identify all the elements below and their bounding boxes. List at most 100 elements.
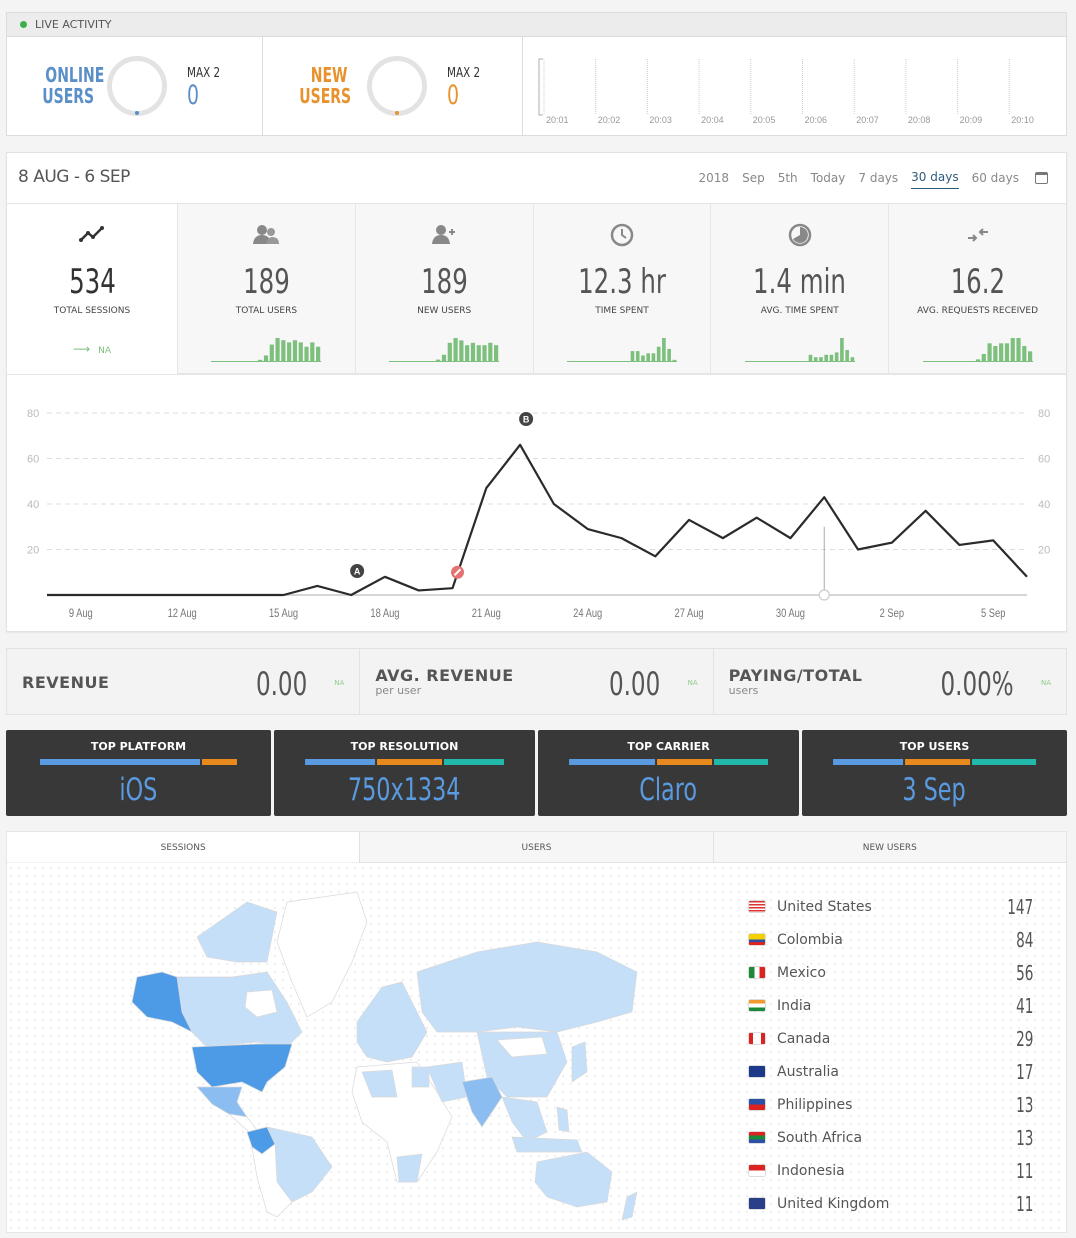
- data-point[interactable]: [888, 539, 896, 547]
- data-point[interactable]: [347, 591, 355, 599]
- map-australia[interactable]: [534, 1151, 613, 1208]
- map-philippines[interactable]: [556, 1106, 570, 1133]
- data-point[interactable]: [922, 507, 930, 515]
- calendar-icon[interactable]: [1035, 171, 1048, 184]
- tile-value: 750x1334: [348, 772, 461, 808]
- range-option-30-days[interactable]: 30 days: [911, 170, 959, 189]
- x-tick-label: 12 Aug: [168, 607, 197, 620]
- data-point[interactable]: [212, 591, 220, 599]
- data-point[interactable]: [449, 584, 457, 592]
- country-row[interactable]: United Kingdom 11: [749, 1187, 1039, 1220]
- metric-total-users[interactable]: 189 TOTAL USERS: [177, 204, 355, 374]
- tab-sessions[interactable]: SESSIONS: [7, 832, 360, 863]
- country-row[interactable]: Colombia 84: [749, 923, 1039, 956]
- tile-top-carrier[interactable]: TOP CARRIER Claro: [538, 730, 799, 816]
- metric-time-spent[interactable]: 12.3 hr TIME SPENT: [532, 204, 711, 374]
- map-canada[interactable]: [176, 971, 303, 1048]
- tile-value: Claro: [639, 772, 698, 808]
- tile-top-platform[interactable]: TOP PLATFORM iOS: [6, 730, 271, 816]
- metric-avg-time-spent[interactable]: 1.4 min AVG. TIME SPENT: [710, 204, 889, 374]
- data-point[interactable]: [77, 591, 85, 599]
- data-point[interactable]: [43, 591, 51, 599]
- data-point[interactable]: [482, 484, 490, 492]
- country-name: United Kingdom: [777, 1195, 890, 1212]
- country-row[interactable]: Indonesia 11: [749, 1154, 1039, 1187]
- map-greenland[interactable]: [276, 891, 368, 1018]
- map-southeast-asia[interactable]: [501, 1096, 548, 1143]
- revenue-trend: NA: [687, 679, 698, 687]
- data-point[interactable]: [786, 534, 794, 542]
- data-point[interactable]: [144, 591, 152, 599]
- sparkline-bar: [672, 359, 677, 362]
- country-row[interactable]: Mexico 56: [749, 956, 1039, 989]
- data-point[interactable]: [246, 591, 254, 599]
- range-option-5th[interactable]: 5th: [778, 171, 798, 189]
- data-point[interactable]: [584, 525, 592, 533]
- map-europe[interactable]: [356, 981, 428, 1063]
- map-canada-north[interactable]: [196, 901, 278, 963]
- data-point[interactable]: [550, 500, 558, 508]
- data-point[interactable]: [1023, 573, 1031, 581]
- data-point[interactable]: [753, 514, 761, 522]
- country-name: Mexico: [777, 964, 826, 981]
- annotation-marker-b[interactable]: B: [519, 412, 534, 426]
- y-tick-label-left: 40: [27, 499, 39, 511]
- range-option-60-days[interactable]: 60 days: [972, 171, 1019, 189]
- metric-avg-requests-received[interactable]: 16.2 AVG. REQUESTS RECEIVED: [888, 204, 1066, 374]
- country-row[interactable]: Canada 29: [749, 1022, 1039, 1055]
- revenue-cell-paying-total: PAYING/TOTAL users 0.00% NA: [712, 649, 1066, 714]
- data-point[interactable]: [280, 591, 288, 599]
- timeline-tick-label: 20:04: [701, 115, 724, 123]
- map-egypt[interactable]: [411, 1066, 430, 1088]
- data-point[interactable]: [989, 536, 997, 544]
- metric-total-sessions[interactable]: 534 TOTAL SESSIONS ⟶ NA: [7, 204, 177, 374]
- data-point[interactable]: [685, 516, 693, 524]
- share-segment: [971, 759, 1037, 765]
- online-users-value: 0: [187, 80, 200, 111]
- sparkline-bar: [662, 338, 666, 362]
- timeline-bracket: [538, 58, 543, 116]
- live-activity-title: LIVE ACTIVITY: [35, 18, 112, 31]
- map-indonesia[interactable]: [511, 1136, 583, 1153]
- map-united-states[interactable]: [191, 1043, 293, 1093]
- map-mexico[interactable]: [196, 1086, 248, 1118]
- hover-handle[interactable]: [818, 589, 830, 601]
- y-tick-label-left: 20: [27, 545, 39, 557]
- data-point[interactable]: [854, 546, 862, 554]
- map-new-zealand[interactable]: [621, 1191, 638, 1221]
- data-point[interactable]: [415, 586, 423, 594]
- country-row[interactable]: United States 147: [749, 890, 1039, 923]
- data-point[interactable]: [719, 534, 727, 542]
- metric-new-users[interactable]: 189 NEW USERS: [354, 204, 533, 374]
- data-point[interactable]: [381, 573, 389, 581]
- sparkline-bar: [818, 357, 823, 362]
- country-row[interactable]: Australia 17: [749, 1055, 1039, 1088]
- tile-top-users[interactable]: TOP USERS 3 Sep: [802, 730, 1067, 816]
- data-point[interactable]: [111, 591, 119, 599]
- range-option-7-days[interactable]: 7 days: [858, 171, 898, 189]
- range-option-sep[interactable]: Sep: [742, 171, 765, 189]
- data-point[interactable]: [820, 493, 828, 501]
- date-range-title: 8 AUG - 6 SEP: [18, 167, 130, 187]
- annotation-marker-a[interactable]: A: [350, 564, 365, 578]
- data-point[interactable]: [955, 541, 963, 549]
- map-russia[interactable]: [416, 941, 638, 1033]
- range-option-2018[interactable]: 2018: [699, 171, 730, 189]
- online-users-cell: ONLINE USERS MAX 2 0: [7, 37, 263, 136]
- country-row[interactable]: India 41: [749, 989, 1039, 1022]
- tab-users[interactable]: USERS: [359, 832, 713, 863]
- data-point[interactable]: [651, 552, 659, 560]
- map-japan[interactable]: [571, 1041, 588, 1083]
- map-india[interactable]: [461, 1076, 503, 1128]
- range-option-today[interactable]: Today: [811, 171, 846, 189]
- data-point[interactable]: [516, 441, 524, 449]
- tile-top-resolution[interactable]: TOP RESOLUTION 750x1334: [274, 730, 535, 816]
- data-point[interactable]: [617, 534, 625, 542]
- country-name: Australia: [777, 1063, 839, 1080]
- tab-new-users[interactable]: NEW USERS: [712, 832, 1066, 863]
- country-row[interactable]: Philippines 13: [749, 1088, 1039, 1121]
- country-row[interactable]: South Africa 13: [749, 1121, 1039, 1154]
- data-point[interactable]: [313, 582, 321, 590]
- sessions-line-chart: 20 20 40 40 60 60 80 80 9 Aug 12 Aug 15 Aug 18 Aug 2…: [27, 408, 1050, 620]
- data-point[interactable]: [178, 591, 186, 599]
